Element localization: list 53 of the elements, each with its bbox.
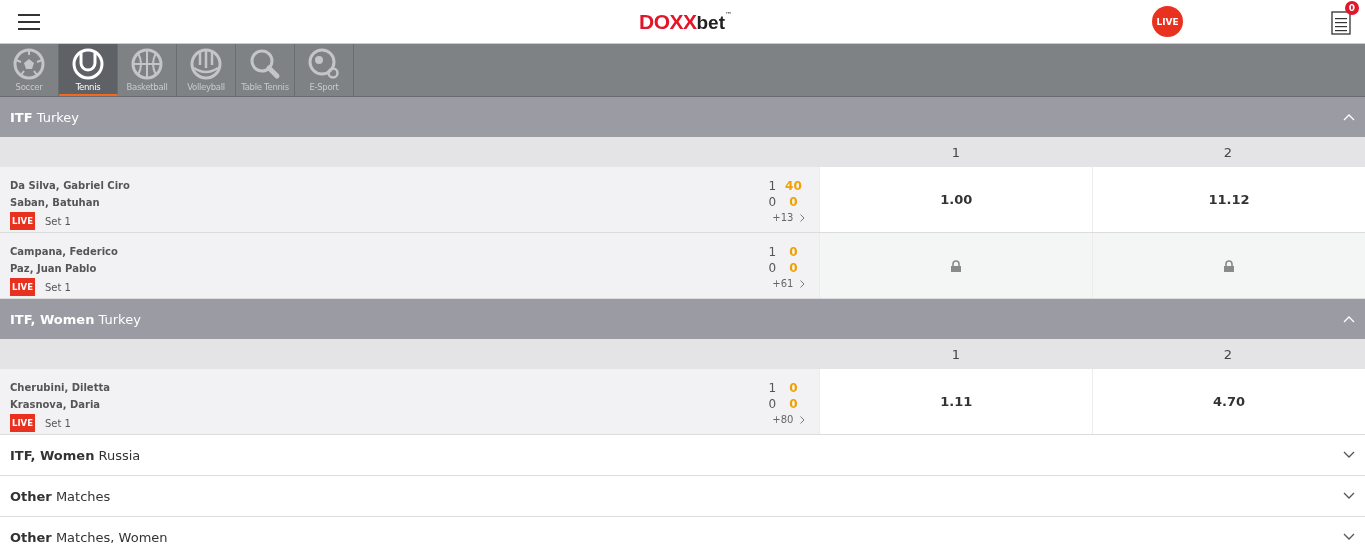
- more-markets-count[interactable]: +80: [772, 414, 794, 425]
- basketball-icon: [131, 48, 163, 80]
- point-score: 0: [788, 396, 799, 412]
- set-score: 0: [767, 396, 778, 412]
- chevron-icon[interactable]: [800, 415, 806, 424]
- live-button[interactable]: LIVE: [1152, 6, 1183, 37]
- team-name: Da Silva, Gabriel Ciro: [10, 179, 130, 193]
- column-header: 1: [950, 346, 962, 362]
- team-name: Paz, Juan Pablo: [10, 262, 98, 276]
- point-score: 0: [788, 194, 799, 210]
- menu-icon[interactable]: [18, 13, 40, 30]
- match-info[interactable]: Cherubini, Diletta Krasnova, Daria LIVE Set 1 1 0 0 0 +80: [0, 369, 820, 434]
- logo-text[interactable]: DOXX: [639, 10, 697, 34]
- period-label: Set 1: [44, 417, 71, 429]
- more-markets-count[interactable]: +61: [772, 278, 794, 289]
- chevron-icon[interactable]: [1343, 533, 1355, 541]
- volleyball-icon: [190, 48, 222, 80]
- set-score: 0: [767, 260, 778, 276]
- point-score: 40: [784, 178, 803, 194]
- match-info[interactable]: Campana, Federico Paz, Juan Pablo LIVE Set 1 1 0 0 0 +61: [0, 233, 820, 298]
- period-label: Set 1: [44, 281, 71, 293]
- column-header: 2: [1222, 346, 1234, 362]
- set-score: 0: [767, 194, 778, 210]
- live-badge: LIVE: [10, 414, 35, 432]
- set-score: 1: [767, 178, 778, 194]
- lock-icon: [950, 259, 963, 272]
- chevron-icon[interactable]: [1343, 492, 1355, 500]
- live-badge: LIVE: [10, 212, 35, 230]
- soccer-ball-icon: [13, 48, 45, 80]
- point-score: 0: [788, 380, 799, 396]
- more-markets-count[interactable]: +13: [772, 212, 794, 223]
- chevron-icon[interactable]: [800, 279, 806, 288]
- sport-tab[interactable]: Tennis: [59, 44, 118, 96]
- chevron-icon[interactable]: [800, 213, 806, 222]
- team-name: Saban, Batuhan: [10, 196, 101, 210]
- team-name: Campana, Federico: [10, 245, 118, 259]
- point-score: 0: [788, 260, 799, 276]
- team-name: Cherubini, Diletta: [10, 381, 110, 395]
- betslip-icon[interactable]: [1331, 10, 1351, 35]
- logo-text[interactable]: bet: [696, 10, 725, 36]
- point-score: 0: [788, 244, 799, 260]
- live-badge: LIVE: [10, 278, 35, 296]
- period-label: Set 1: [44, 215, 71, 227]
- count-badge: 0: [1345, 0, 1359, 15]
- set-score: 1: [767, 380, 778, 396]
- team-name: Krasnova, Daria: [10, 398, 102, 412]
- column-header: 1: [950, 144, 962, 160]
- column-header: 2: [1222, 144, 1234, 160]
- lock-icon: [1223, 259, 1236, 272]
- chevron-icon[interactable]: [1343, 451, 1355, 459]
- tennis-ball-icon: [72, 48, 104, 80]
- match-info[interactable]: Da Silva, Gabriel Ciro Saban, Batuhan LIVE Set 1 1 40 0 0 +13: [0, 167, 820, 232]
- set-score: 1: [767, 244, 778, 260]
